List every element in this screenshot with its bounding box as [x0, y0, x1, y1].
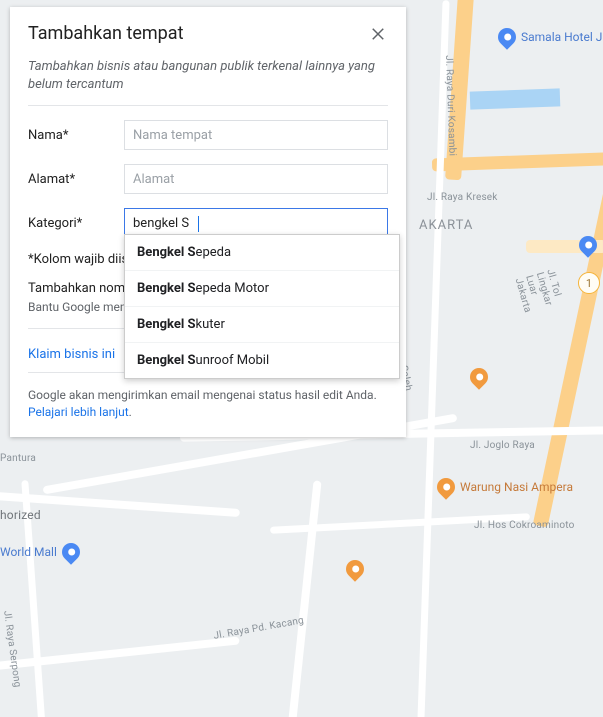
route-shield: 1 — [578, 272, 600, 294]
address-label: Alamat* — [28, 172, 124, 187]
suggestion-item[interactable]: Bengkel Sunroof Mobil — [125, 343, 399, 378]
name-input[interactable] — [124, 120, 388, 150]
road-label: Jl. Raya Kresek — [427, 192, 498, 203]
poi-hotel[interactable]: Samala Hotel Jakarta Cengka — [498, 28, 603, 46]
text-caret — [198, 216, 199, 232]
dialog-subtitle: Tambahkan bisnis atau bangunan publik te… — [28, 58, 388, 93]
dialog-title: Tambahkan tempat — [28, 23, 183, 44]
poi-label: World Mall — [0, 545, 57, 559]
suggestion-item[interactable]: Bengkel Sepeda — [125, 235, 399, 271]
poi-label: horized — [0, 508, 41, 522]
divider — [28, 105, 388, 106]
shopping-icon — [58, 539, 83, 564]
road-label: Jl. Raya Pd. Kacang — [213, 615, 305, 642]
footer-text: Google akan mengirimkan email mengenai s… — [28, 388, 377, 402]
poi-marker[interactable] — [470, 368, 488, 386]
poi-label: Warung Nasi Ampera — [460, 480, 573, 494]
road-label: Jl. Joglo Raya — [470, 440, 535, 451]
poi-warung[interactable]: Warung Nasi Ampera — [437, 478, 573, 496]
close-icon — [369, 25, 387, 43]
road-label: Jl. Hos Cokroaminoto — [474, 520, 575, 531]
food-icon — [466, 364, 491, 389]
category-label: Kategori* — [28, 216, 124, 231]
address-input[interactable] — [124, 164, 388, 194]
road-label: Pantura — [0, 453, 36, 464]
poi-worldmall[interactable]: World Mall — [0, 543, 80, 561]
poi-label: Samala Hotel Jakarta Cengka — [521, 30, 603, 44]
close-button[interactable] — [368, 24, 388, 44]
shopping-icon — [575, 232, 600, 257]
road-label: Jl. Raya Serpong — [1, 610, 23, 688]
area-label: AKARTA — [419, 218, 473, 233]
learn-more-link[interactable]: Pelajari lebih lanjut — [28, 405, 129, 419]
hotel-icon — [494, 24, 519, 49]
category-suggestions: Bengkel Sepeda Bengkel Sepeda Motor Beng… — [124, 234, 400, 379]
suggestion-item[interactable]: Bengkel Skuter — [125, 307, 399, 343]
suggestion-item[interactable]: Bengkel Sepeda Motor — [125, 271, 399, 307]
food-icon — [433, 474, 458, 499]
poi-lippo[interactable]: Lippo — [579, 236, 603, 254]
name-label: Nama* — [28, 128, 124, 143]
poi-marker[interactable] — [346, 560, 364, 578]
road-label: Jl. Tol Lingkar Luar Jakarta — [513, 268, 569, 326]
dialog-footer: Google akan mengirimkan email mengenai s… — [28, 387, 388, 421]
food-icon — [342, 556, 367, 581]
